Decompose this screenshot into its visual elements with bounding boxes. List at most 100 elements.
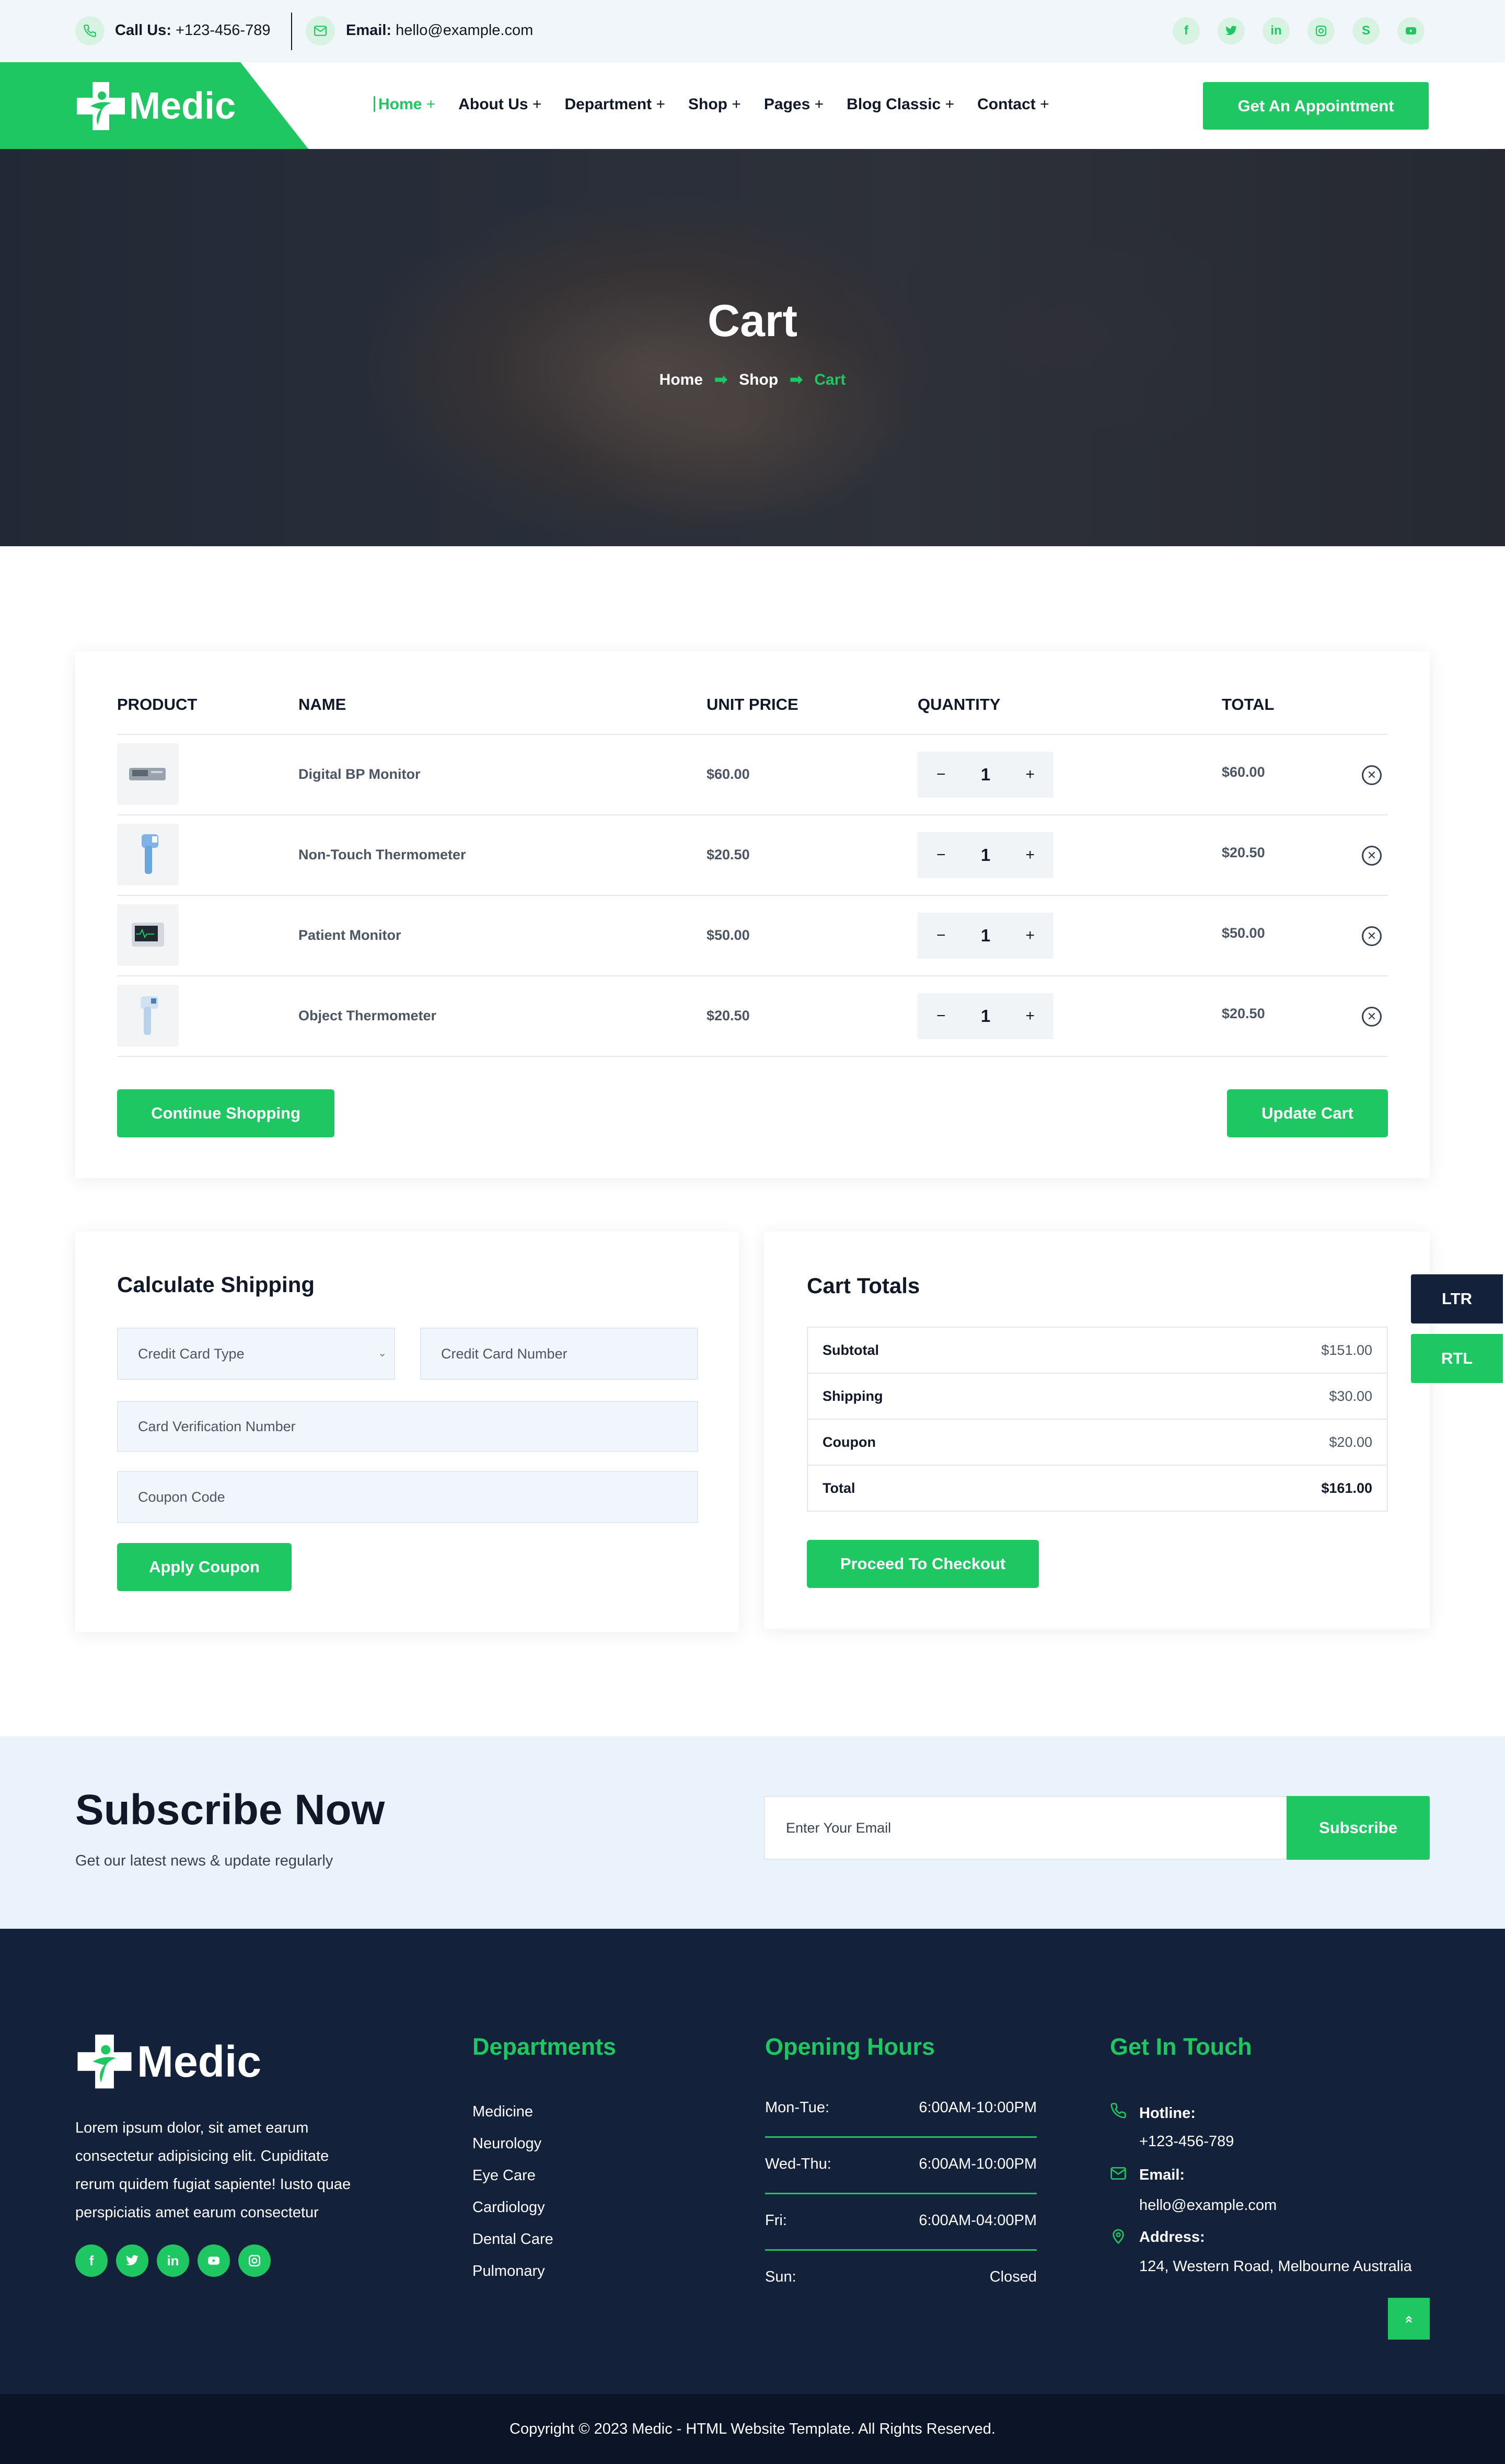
divider: [765, 2193, 1037, 2194]
product-name[interactable]: Non-Touch Thermometer: [298, 847, 466, 863]
twitter-icon[interactable]: [116, 2244, 148, 2277]
linkedin-icon[interactable]: in: [157, 2244, 189, 2277]
subscribe-email-input[interactable]: Enter Your Email: [764, 1796, 1288, 1860]
medical-cross-icon: [77, 82, 125, 130]
mail-icon: [306, 16, 335, 45]
dept-link[interactable]: Neurology: [472, 2128, 553, 2160]
breadcrumb-shop[interactable]: Shop: [739, 371, 778, 389]
table-row: Object Thermometer $20.50 − 1 + $20.50 ✕: [75, 976, 1430, 1057]
rtl-button[interactable]: RTL: [1411, 1334, 1503, 1383]
bp-monitor-icon[interactable]: [117, 743, 179, 805]
subscribe-title: Subscribe Now: [75, 1786, 385, 1834]
youtube-icon[interactable]: [1397, 17, 1425, 44]
hours-row: Sun: Closed: [765, 2269, 1037, 2285]
remove-icon[interactable]: ✕: [1362, 1007, 1382, 1027]
quantity-value[interactable]: 1: [981, 765, 990, 785]
email[interactable]: Email: hello@example.com: [346, 22, 533, 39]
update-cart-button[interactable]: Update Cart: [1227, 1089, 1388, 1137]
nav-about-us[interactable]: About Us +: [458, 96, 541, 113]
table-row: Non-Touch Thermometer $20.50 − 1 + $20.5…: [75, 815, 1430, 896]
nav-pages[interactable]: Pages +: [764, 96, 824, 113]
footer: Medic Lorem ipsum dolor, sit amet earum …: [0, 1929, 1505, 2394]
footer-email-value[interactable]: hello@example.com: [1139, 2190, 1277, 2220]
minus-button[interactable]: −: [936, 927, 946, 945]
unit-price: $60.00: [707, 766, 750, 782]
scroll-to-top-icon[interactable]: [1388, 2298, 1430, 2340]
total-label: Total: [823, 1480, 855, 1496]
footer-logo[interactable]: Medic: [75, 2032, 261, 2091]
breadcrumb-home[interactable]: Home: [659, 371, 703, 389]
dept-link[interactable]: Eye Care: [472, 2160, 553, 2192]
divider: [117, 1056, 1388, 1057]
card-number-input[interactable]: Credit Card Number: [420, 1328, 698, 1380]
hero-overlay: [0, 149, 1505, 546]
top-bar: Call Us: +123-456-789 Email: hello@examp…: [0, 0, 1505, 62]
main-header: Medic Home + About Us + Department + Sho…: [0, 62, 1505, 149]
col-name: NAME: [298, 695, 346, 713]
patient-monitor-icon[interactable]: [117, 904, 179, 966]
continue-shopping-button[interactable]: Continue Shopping: [117, 1089, 334, 1137]
nav-blog-classic[interactable]: Blog Classic +: [847, 96, 954, 113]
plus-button[interactable]: +: [1025, 927, 1035, 945]
proceed-checkout-button[interactable]: Proceed To Checkout: [807, 1540, 1039, 1588]
call-value: +123-456-789: [176, 22, 271, 39]
nav-home[interactable]: Home +: [374, 96, 435, 113]
quantity-stepper: − 1 +: [918, 913, 1054, 959]
remove-icon[interactable]: ✕: [1362, 846, 1382, 866]
minus-button[interactable]: −: [936, 1007, 946, 1025]
quantity-value[interactable]: 1: [981, 926, 990, 946]
coupon-value: $20.00: [1329, 1434, 1372, 1450]
ltr-button[interactable]: LTR: [1411, 1274, 1503, 1323]
subscribe-button[interactable]: Subscribe: [1287, 1796, 1430, 1860]
quantity-value[interactable]: 1: [981, 845, 990, 865]
youtube-icon[interactable]: [198, 2244, 230, 2277]
appointment-button[interactable]: Get An Appointment: [1203, 82, 1429, 130]
minus-button[interactable]: −: [936, 766, 946, 784]
plus-button[interactable]: +: [1025, 846, 1035, 864]
address: Address: 124, Western Road, Melbourne Au…: [1110, 2223, 1497, 2281]
thermometer-gun-icon[interactable]: [117, 824, 179, 885]
plus-button[interactable]: +: [1025, 766, 1035, 784]
product-name[interactable]: Patient Monitor: [298, 927, 401, 943]
card-verification-input[interactable]: Card Verification Number: [117, 1401, 698, 1452]
call-us[interactable]: Call Us: +123-456-789: [115, 22, 270, 39]
dept-link[interactable]: Pulmonary: [472, 2255, 553, 2287]
unit-price: $50.00: [707, 927, 750, 943]
linkedin-icon[interactable]: in: [1263, 17, 1290, 44]
skype-icon[interactable]: S: [1352, 17, 1380, 44]
instagram-icon[interactable]: [238, 2244, 271, 2277]
shipping-value: $30.00: [1329, 1388, 1372, 1404]
twitter-icon[interactable]: [1218, 17, 1245, 44]
facebook-icon[interactable]: f: [75, 2244, 108, 2277]
email-label: Email:: [346, 22, 392, 39]
remove-icon[interactable]: ✕: [1362, 765, 1382, 785]
nav-department[interactable]: Department +: [564, 96, 665, 113]
card-type-select[interactable]: Credit Card Type ⌄: [117, 1328, 395, 1380]
contact-info: Hotline: +123-456-789 Email: hello@examp…: [1110, 2099, 1497, 2281]
col-quantity: QUANTITY: [918, 695, 1001, 713]
facebook-icon[interactable]: f: [1173, 17, 1200, 44]
minus-button[interactable]: −: [936, 846, 946, 864]
instagram-icon[interactable]: [1307, 17, 1335, 44]
hotline-label: Hotline:: [1139, 2105, 1196, 2122]
quantity-value[interactable]: 1: [981, 1006, 990, 1026]
hotline-value[interactable]: +123-456-789: [1139, 2127, 1234, 2156]
dept-link[interactable]: Dental Care: [472, 2224, 553, 2255]
object-thermometer-icon[interactable]: [117, 985, 179, 1046]
dept-link[interactable]: Cardiology: [472, 2192, 553, 2224]
logo[interactable]: Medic: [75, 80, 236, 132]
medical-cross-icon: [77, 2034, 132, 2089]
dept-link[interactable]: Medicine: [472, 2096, 553, 2128]
nav-shop[interactable]: Shop +: [688, 96, 741, 113]
plus-button[interactable]: +: [1025, 1007, 1035, 1025]
coupon-code-input[interactable]: Coupon Code: [117, 1471, 698, 1523]
product-name[interactable]: Object Thermometer: [298, 1008, 436, 1024]
product-name[interactable]: Digital BP Monitor: [298, 766, 421, 782]
nav-contact[interactable]: Contact +: [977, 96, 1049, 113]
col-total: TOTAL: [1222, 695, 1275, 713]
shipping-row: Shipping $30.00: [808, 1374, 1387, 1420]
main-nav: Home + About Us + Department + Shop + Pa…: [374, 96, 1049, 113]
remove-icon[interactable]: ✕: [1362, 926, 1382, 946]
phone-icon: [75, 16, 105, 45]
apply-coupon-button[interactable]: Apply Coupon: [117, 1543, 292, 1591]
